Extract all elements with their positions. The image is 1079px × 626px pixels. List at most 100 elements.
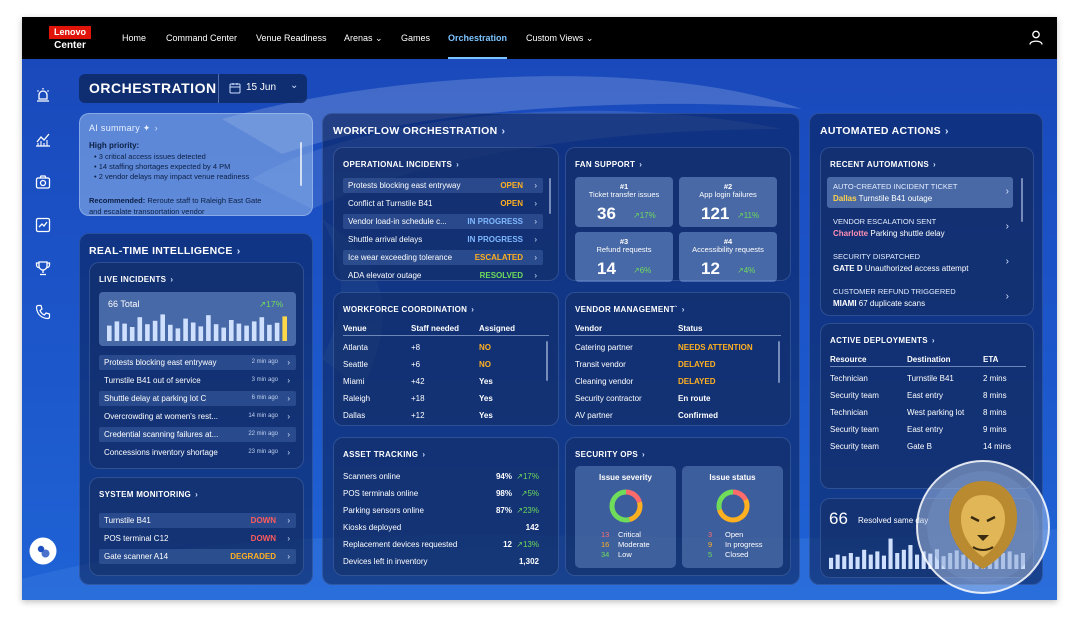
incident-item[interactable]: Vendor load-in schedule c... IN PROGRESS › bbox=[343, 214, 543, 229]
vendor-management-title[interactable]: VENDOR MANAGEMENT` › bbox=[575, 305, 685, 314]
nav-command-center[interactable]: Command Center bbox=[166, 17, 237, 59]
incident-item[interactable]: Ice wear exceeding tolerance ESCALATED › bbox=[343, 250, 543, 265]
table-row[interactable]: Security team East entry 8 mins bbox=[821, 389, 1031, 403]
workforce-coordination-title[interactable]: WORKFORCE COORDINATION › bbox=[343, 305, 474, 314]
asset-row[interactable]: Devices left in inventory 1,302 bbox=[334, 555, 554, 569]
asset-row[interactable]: Scanners online 94% ↗17% bbox=[334, 470, 554, 484]
live-incident-item[interactable]: Overcrowding at women's rest... 14 min ag… bbox=[99, 409, 296, 424]
asset-row[interactable]: Replacement devices requested 12 ↗13% bbox=[334, 538, 554, 552]
operational-incidents-title[interactable]: OPERATIONAL INCIDENTS › bbox=[343, 160, 459, 169]
security-ops-title[interactable]: SECURITY OPS › bbox=[575, 450, 645, 459]
table-row[interactable]: Raleigh +18 Yes bbox=[334, 392, 544, 406]
assistant-orb-icon[interactable] bbox=[29, 537, 57, 565]
scrollbar[interactable] bbox=[549, 178, 551, 214]
live-incidents-title[interactable]: LIVE INCIDENTS › bbox=[99, 275, 173, 284]
recent-automations-title[interactable]: RECENT AUTOMATIONS › bbox=[830, 160, 936, 169]
active-deployments-title[interactable]: ACTIVE DEPLOYMENTS › bbox=[830, 336, 935, 345]
nav-venue-readiness[interactable]: Venue Readiness bbox=[256, 17, 327, 59]
card-label: Accessibility requests bbox=[692, 245, 764, 254]
chevron-right-icon: › bbox=[534, 217, 537, 226]
scrollbar[interactable] bbox=[1021, 178, 1023, 222]
nav-arenas[interactable]: Arenas ⌄ bbox=[344, 17, 383, 59]
real-time-intelligence-title[interactable]: REAL-TIME INTELLIGENCE › bbox=[89, 245, 240, 257]
live-incident-item[interactable]: Credential scanning failures at... 22 min… bbox=[99, 427, 296, 442]
nav-home[interactable]: Home bbox=[122, 17, 146, 59]
asset-tracking-title[interactable]: ASSET TRACKING › bbox=[343, 450, 425, 459]
ai-summary-title-text: AI summary ✦ bbox=[89, 123, 151, 133]
workflow-board-icon[interactable] bbox=[35, 217, 51, 233]
table-row[interactable]: Dallas +12 Yes bbox=[334, 409, 544, 423]
table-row[interactable]: Technician Turnstile B41 2 mins bbox=[821, 372, 1031, 386]
system-item[interactable]: Gate scanner A14 DEGRADED › bbox=[99, 549, 296, 564]
incident-item[interactable]: Protests blocking east entryway OPEN › bbox=[343, 178, 543, 193]
chevron-right-icon: › bbox=[287, 552, 290, 561]
asset-row[interactable]: Kiosks deployed 142 bbox=[334, 521, 554, 535]
table-row[interactable]: Security contractor En route bbox=[566, 392, 776, 406]
table-row[interactable]: Security team Gate B 14 mins bbox=[821, 440, 1031, 454]
automation-item[interactable]: AUTO-CREATED INCIDENT TICKET Dallas Turns… bbox=[827, 177, 1013, 208]
automation-item[interactable]: SECURITY DISPATCHED GATE D Unauthorized a… bbox=[827, 247, 1013, 278]
asset-change-value: 23% bbox=[522, 506, 539, 515]
fan-support-title[interactable]: FAN SUPPORT › bbox=[575, 160, 642, 169]
nav-custom-views[interactable]: Custom Views ⌄ bbox=[526, 17, 593, 59]
table-row[interactable]: Cleaning vendor DELAYED bbox=[566, 375, 776, 389]
ai-summary-title[interactable]: AI summary ✦ › bbox=[89, 123, 158, 134]
fan-support-card[interactable]: #4 Accessibility requests 12 ↗4% bbox=[679, 232, 777, 282]
lenovo-center-logo[interactable]: Lenovo Center bbox=[49, 26, 91, 52]
page-title: ORCHESTRATION bbox=[89, 80, 217, 96]
table-row[interactable]: AV partner Confirmed bbox=[566, 409, 776, 423]
table-row[interactable]: Atlanta +8 NO bbox=[334, 341, 544, 355]
date-picker[interactable]: 15 Jun ⌄ bbox=[224, 77, 304, 100]
chevron-right-icon: › bbox=[287, 534, 290, 543]
live-incident-item[interactable]: Protests blocking east entryway 2 min ago… bbox=[99, 355, 296, 370]
fan-support-card[interactable]: #2 App login failures 121 ↗11% bbox=[679, 177, 777, 227]
issue-status-card[interactable]: Issue status 3 Open 9 In progress 5 Closed bbox=[682, 466, 783, 568]
table-row[interactable]: Security team East entry 9 mins bbox=[821, 423, 1031, 437]
user-profile-icon[interactable] bbox=[1029, 30, 1043, 45]
scrollbar[interactable] bbox=[778, 341, 780, 383]
incident-item[interactable]: Shuttle arrival delays IN PROGRESS › bbox=[343, 232, 543, 247]
system-monitoring-title[interactable]: SYSTEM MONITORING › bbox=[99, 490, 198, 499]
incident-item[interactable]: Conflict at Turnstile B41 OPEN › bbox=[343, 196, 543, 211]
live-incident-item[interactable]: Shuttle delay at parking lot C 6 min ago › bbox=[99, 391, 296, 406]
live-incident-item[interactable]: Concessions inventory shortage 23 min ago… bbox=[99, 445, 296, 460]
table-row[interactable]: Seattle +6 NO bbox=[334, 358, 544, 372]
chart-bar bbox=[862, 549, 867, 569]
chart-bar bbox=[908, 545, 913, 569]
scrollbar[interactable] bbox=[300, 142, 302, 186]
table-row[interactable]: Catering partner NEEDS ATTENTION bbox=[566, 341, 776, 355]
asset-label: Devices left in inventory bbox=[343, 557, 428, 566]
asset-row[interactable]: Parking sensors online 87% ↗23% bbox=[334, 504, 554, 518]
phone-icon[interactable] bbox=[35, 304, 51, 320]
automation-item[interactable]: CUSTOMER REFUND TRIGGERED MIAMI 67 duplic… bbox=[827, 282, 1013, 313]
incident-item[interactable]: ADA elevator outage RESOLVED › bbox=[343, 268, 543, 280]
asset-row[interactable]: POS terminals online 98% ↗5% bbox=[334, 487, 554, 501]
camera-icon[interactable] bbox=[35, 174, 51, 190]
trophy-icon[interactable] bbox=[35, 260, 51, 276]
analytics-chart-icon[interactable] bbox=[35, 131, 51, 147]
automated-actions-title[interactable]: AUTOMATED ACTIONS › bbox=[820, 125, 949, 137]
system-item[interactable]: POS terminal C12 DOWN › bbox=[99, 531, 296, 546]
fan-support-card[interactable]: #1 Ticket transfer issues 36 ↗17% bbox=[575, 177, 673, 227]
nav-games[interactable]: Games bbox=[401, 17, 430, 59]
vendor-management-panel: VENDOR MANAGEMENT` › Vendor Status Cateri… bbox=[565, 292, 791, 426]
column-header: ETA bbox=[983, 355, 999, 364]
header-divider bbox=[343, 335, 549, 336]
chevron-right-icon: › bbox=[195, 490, 199, 499]
table-row[interactable]: Technician West parking lot 8 mins bbox=[821, 406, 1031, 420]
table-row[interactable]: Transit vendor DELAYED bbox=[566, 358, 776, 372]
lion-mascot-avatar[interactable] bbox=[915, 459, 1051, 595]
alarm-light-icon[interactable] bbox=[35, 87, 51, 103]
fan-support-card[interactable]: #3 Refund requests 14 ↗6% bbox=[575, 232, 673, 282]
automation-item[interactable]: VENDOR ESCALATION SENT Charlotte Parking … bbox=[827, 212, 1013, 243]
chevron-right-icon: › bbox=[287, 430, 290, 439]
issue-severity-card[interactable]: Issue severity 13 Critical 16 Moderate 34 Low bbox=[575, 466, 676, 568]
nav-orchestration[interactable]: Orchestration bbox=[448, 17, 508, 59]
scrollbar[interactable] bbox=[546, 341, 548, 381]
system-item[interactable]: Turnstile B41 DOWN › bbox=[99, 513, 296, 528]
workforce-coordination-panel: WORKFORCE COORDINATION › Venue Staff need… bbox=[333, 292, 559, 426]
live-incident-item[interactable]: Turnstile B41 out of service 3 min ago › bbox=[99, 373, 296, 388]
workflow-orchestration-title[interactable]: WORKFLOW ORCHESTRATION › bbox=[333, 125, 505, 137]
table-row[interactable]: Miami +42 Yes bbox=[334, 375, 544, 389]
summary-bullet: • 14 staffing shortages expected by 4 PM bbox=[94, 162, 231, 171]
